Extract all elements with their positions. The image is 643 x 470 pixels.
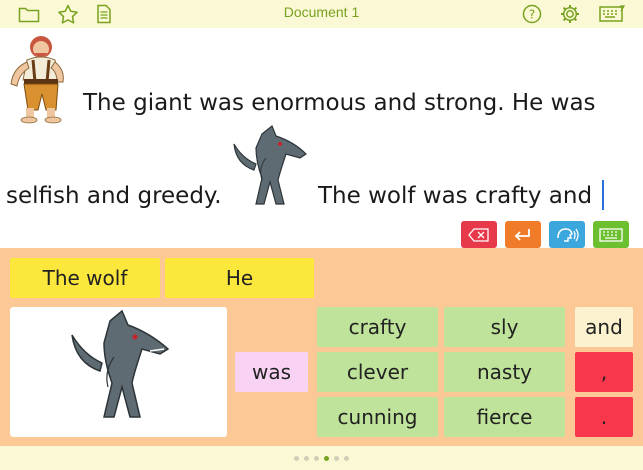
page-dot[interactable]: [304, 455, 309, 461]
page-dot[interactable]: [334, 455, 339, 461]
page-indicator[interactable]: [0, 452, 643, 464]
backspace-icon: [468, 227, 489, 242]
text-line-2-end: The wolf was crafty and: [318, 183, 593, 209]
keyboard-icon: [599, 227, 623, 242]
page-dot[interactable]: [294, 455, 299, 461]
period-button[interactable]: .: [575, 397, 633, 437]
word-he[interactable]: He: [165, 258, 314, 298]
keyboard-grid-icon[interactable]: [598, 3, 626, 25]
svg-text:?: ?: [529, 8, 535, 22]
text-line-1: The giant was enormous and strong. He wa…: [83, 90, 596, 116]
comma-button[interactable]: ,: [575, 352, 633, 392]
text-caret: [602, 180, 604, 210]
page-dot[interactable]: [344, 455, 349, 461]
return-icon: [514, 228, 530, 241]
star-icon[interactable]: [56, 3, 80, 25]
word-grid: The wolf He was crafty sly clever nasty …: [0, 248, 643, 446]
page-dot[interactable]: [314, 455, 319, 461]
word-nasty[interactable]: nasty: [444, 352, 565, 392]
speak-button[interactable]: [549, 221, 585, 248]
wolf-picture-inline: [222, 124, 312, 220]
delete-button[interactable]: [461, 221, 497, 248]
word-sly[interactable]: sly: [444, 307, 565, 347]
wolf-picture-cell[interactable]: [10, 307, 227, 437]
keyboard-button[interactable]: [593, 221, 629, 248]
help-icon[interactable]: ?: [520, 3, 544, 25]
word-the-wolf[interactable]: The wolf: [10, 258, 160, 298]
text-line-2-start: selfish and greedy.: [6, 183, 222, 209]
word-and[interactable]: and: [575, 307, 633, 347]
folder-icon[interactable]: [17, 3, 41, 25]
speak-icon: [557, 227, 579, 242]
word-was[interactable]: was: [235, 352, 308, 392]
document-icon[interactable]: [92, 3, 116, 25]
page-dot-current[interactable]: [324, 455, 329, 461]
word-crafty[interactable]: crafty: [317, 307, 438, 347]
toolbar: Document 1 ?: [0, 0, 643, 28]
gear-icon[interactable]: [558, 3, 582, 25]
document-text[interactable]: The giant was enormous and strong. He wa…: [0, 28, 643, 248]
document-area[interactable]: The giant was enormous and strong. He wa…: [0, 28, 643, 248]
word-cunning[interactable]: cunning: [317, 397, 438, 437]
word-fierce[interactable]: fierce: [444, 397, 565, 437]
word-clever[interactable]: clever: [317, 352, 438, 392]
return-button[interactable]: [505, 221, 541, 248]
